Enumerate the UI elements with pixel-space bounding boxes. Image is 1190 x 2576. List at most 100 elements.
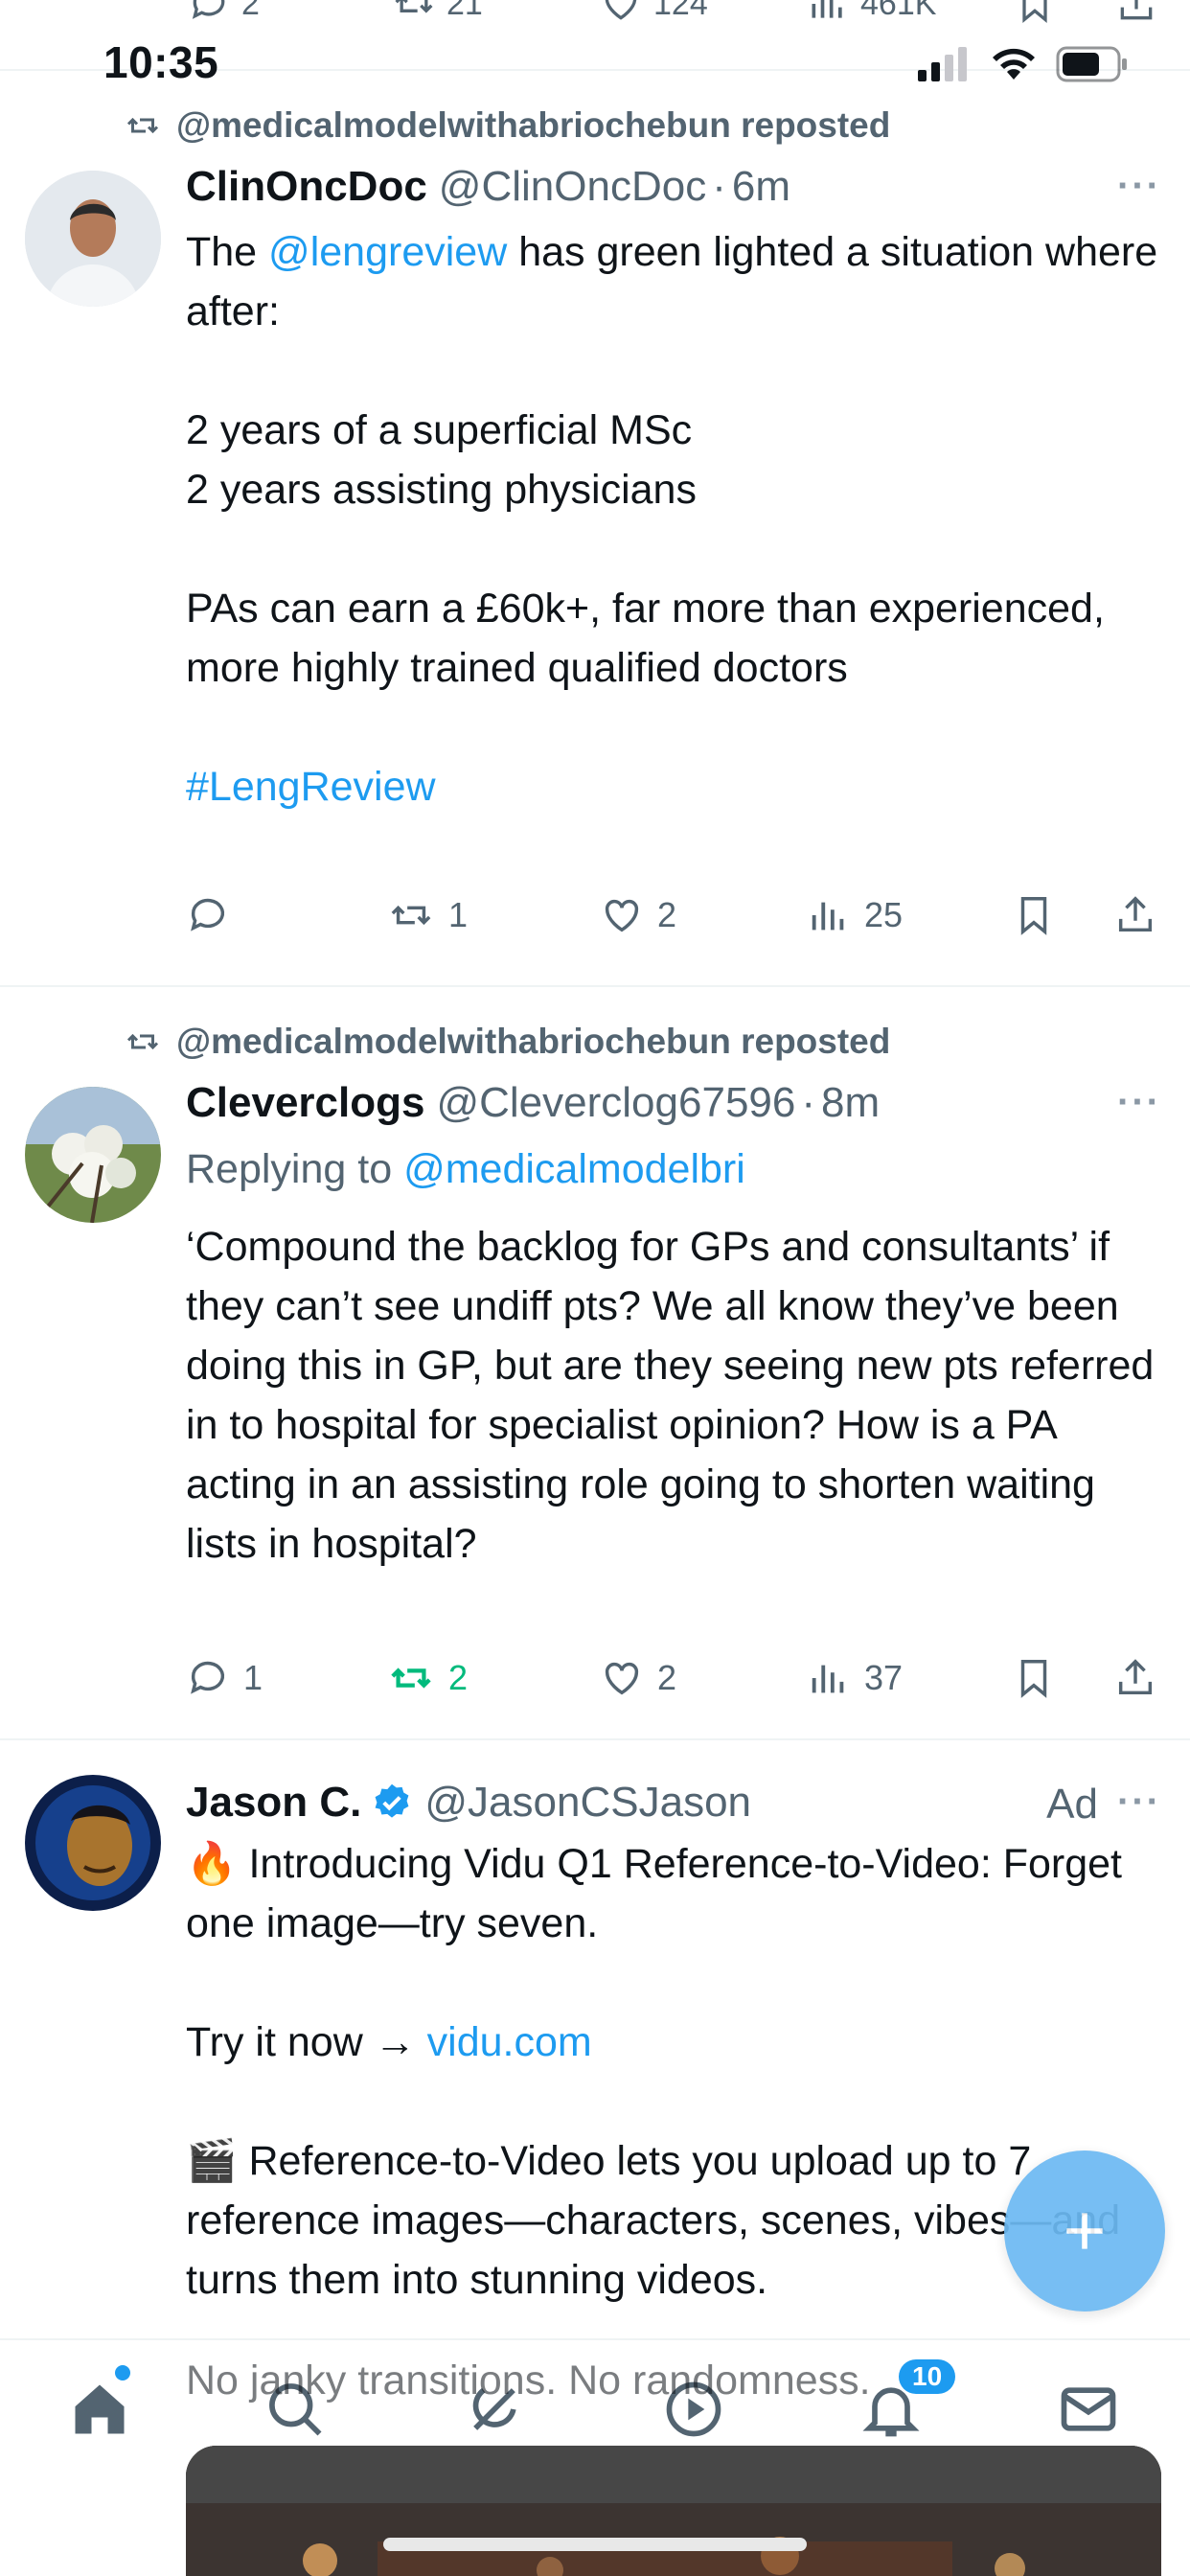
tweet-paragraph: ‘Compound the backlog for GPs and consul… xyxy=(186,1224,1155,1567)
tweet-clinoncdoc[interactable]: @medicalmodelwithabriochebun reposted Cl… xyxy=(0,71,1190,987)
home-indicator xyxy=(383,2538,807,2551)
hashtag-link[interactable]: #LengReview xyxy=(186,757,1161,816)
tweet-paragraph: 2 years of a superficial MSc 2 years ass… xyxy=(186,407,697,513)
views-button[interactable]: 25 xyxy=(807,893,903,937)
like-count: 2 xyxy=(657,895,677,934)
repost-icon xyxy=(391,1668,431,1689)
reply-button[interactable] xyxy=(186,893,243,937)
ad-label: Ad xyxy=(1046,1781,1098,1828)
mail-icon[interactable] xyxy=(1056,2377,1121,2442)
display-name[interactable]: Cleverclogs xyxy=(186,1079,424,1127)
avatar-image xyxy=(25,1775,161,1911)
more-options-icon[interactable]: ··· xyxy=(1117,165,1161,208)
prev-views-count: 461K xyxy=(860,0,937,22)
repost-indicator: @medicalmodelwithabriochebun reposted xyxy=(123,105,890,146)
repost-count: 1 xyxy=(448,895,469,934)
tweet-paragraph: PAs can earn a £60k+, far more than expe… xyxy=(186,586,1105,691)
like-icon xyxy=(605,0,637,20)
video-thumbnail xyxy=(186,2446,1161,2576)
notifications-badge: 10 xyxy=(899,2359,956,2394)
bookmark-button[interactable] xyxy=(1012,893,1056,937)
views-count: 25 xyxy=(864,895,904,934)
timestamp[interactable]: 6m xyxy=(732,163,790,211)
user-handle[interactable]: @Cleverclog67596 xyxy=(436,1079,795,1127)
tweet-actions: 1 2 25 xyxy=(186,893,1154,951)
verified-icon xyxy=(375,1783,409,1818)
repost-icon xyxy=(126,117,159,134)
tweet-text: ‘Compound the backlog for GPs and consul… xyxy=(186,1217,1161,1574)
repost-icon xyxy=(126,1033,159,1050)
share-icon xyxy=(1120,0,1153,20)
reply-icon xyxy=(192,0,225,19)
reply-count: 1 xyxy=(243,1658,263,1697)
prev-like-count: 124 xyxy=(653,0,708,22)
replying-to-link[interactable]: @medicalmodelbri xyxy=(403,1146,745,1192)
tweet-header: Cleverclogs @Cleverclog67596 · 8m xyxy=(186,1079,1152,1127)
tweet-text: The @lengreview has green lighted a situ… xyxy=(186,222,1161,816)
compose-icon xyxy=(1066,2213,1103,2249)
like-button[interactable]: 2 xyxy=(600,1656,676,1700)
prev-reply-count: 2 xyxy=(241,0,260,22)
tweet-cleverclogs[interactable]: @medicalmodelwithabriochebun reposted Cl… xyxy=(0,987,1190,1740)
user-handle[interactable]: @JasonCSJason xyxy=(424,1779,751,1827)
share-icon xyxy=(1118,1659,1153,1695)
views-button[interactable]: 37 xyxy=(807,1656,903,1700)
prev-share-action[interactable] xyxy=(1115,0,1157,25)
display-name[interactable]: Jason C. xyxy=(186,1779,361,1827)
like-icon xyxy=(605,1662,639,1695)
reply-icon xyxy=(191,898,225,932)
ad-link[interactable]: vidu.com xyxy=(427,2019,592,2065)
bookmark-icon xyxy=(1022,0,1047,24)
prev-repost-action[interactable]: 21 xyxy=(393,0,483,25)
tweet-text-start: The xyxy=(186,229,269,275)
prev-bookmark-action[interactable] xyxy=(1014,0,1056,25)
ad-video-preview[interactable] xyxy=(186,2446,1161,2576)
tweet-header: Jason C. @JasonCSJason xyxy=(186,1779,1152,1827)
repost-icon xyxy=(391,905,431,926)
avatar[interactable] xyxy=(25,171,161,307)
views-icon xyxy=(812,902,844,931)
ad-text-behind-nav: No janky transitions. No randomness. xyxy=(186,2358,871,2404)
repost-button[interactable]: 1 xyxy=(387,893,468,937)
timestamp[interactable]: 8m xyxy=(821,1079,880,1127)
avatar[interactable] xyxy=(25,1087,161,1223)
replying-to: Replying to @medicalmodelbri xyxy=(186,1146,745,1193)
separator-dot: · xyxy=(801,1079,816,1126)
tweet-header: ClinOncDoc @ClinOncDoc · 6m xyxy=(186,163,1152,211)
tweet-actions: 1 2 2 37 xyxy=(186,1656,1154,1714)
views-count: 37 xyxy=(864,1658,904,1697)
bookmark-icon xyxy=(1020,1660,1047,1698)
mention-link[interactable]: @lengreview xyxy=(268,229,507,275)
reply-button[interactable]: 1 xyxy=(186,1656,263,1700)
reply-icon xyxy=(191,1661,225,1694)
repost-button[interactable]: 2 xyxy=(387,1656,468,1700)
share-button[interactable] xyxy=(1113,893,1157,937)
share-icon xyxy=(1118,896,1153,932)
bookmark-button[interactable] xyxy=(1012,1656,1056,1700)
more-options-icon[interactable]: ··· xyxy=(1117,1081,1161,1124)
replying-to-label: Replying to xyxy=(186,1146,404,1192)
repost-label: @medicalmodelwithabriochebun reposted xyxy=(176,105,891,145)
prev-reply-action[interactable]: 2 xyxy=(188,0,260,25)
bookmark-icon xyxy=(1020,897,1047,935)
like-icon xyxy=(605,899,639,932)
share-button[interactable] xyxy=(1113,1656,1157,1700)
repost-icon xyxy=(395,0,433,13)
views-icon xyxy=(812,0,842,18)
prev-views-action[interactable]: 461K xyxy=(807,0,936,25)
user-handle[interactable]: @ClinOncDoc xyxy=(439,163,706,211)
prev-like-action[interactable]: 124 xyxy=(600,0,708,25)
avatar-image xyxy=(25,1087,161,1223)
more-options-icon[interactable]: ··· xyxy=(1117,1781,1161,1824)
prev-repost-count: 21 xyxy=(446,0,483,22)
avatar[interactable] xyxy=(25,1775,161,1911)
separator-dot: · xyxy=(712,163,726,210)
avatar-image xyxy=(25,171,161,307)
home-icon[interactable] xyxy=(67,2377,132,2442)
display-name[interactable]: ClinOncDoc xyxy=(186,163,427,211)
like-count: 2 xyxy=(657,1658,677,1697)
like-button[interactable]: 2 xyxy=(600,893,676,937)
repost-count: 2 xyxy=(448,1658,469,1697)
compose-button[interactable] xyxy=(1004,2150,1165,2312)
views-icon xyxy=(812,1665,844,1693)
